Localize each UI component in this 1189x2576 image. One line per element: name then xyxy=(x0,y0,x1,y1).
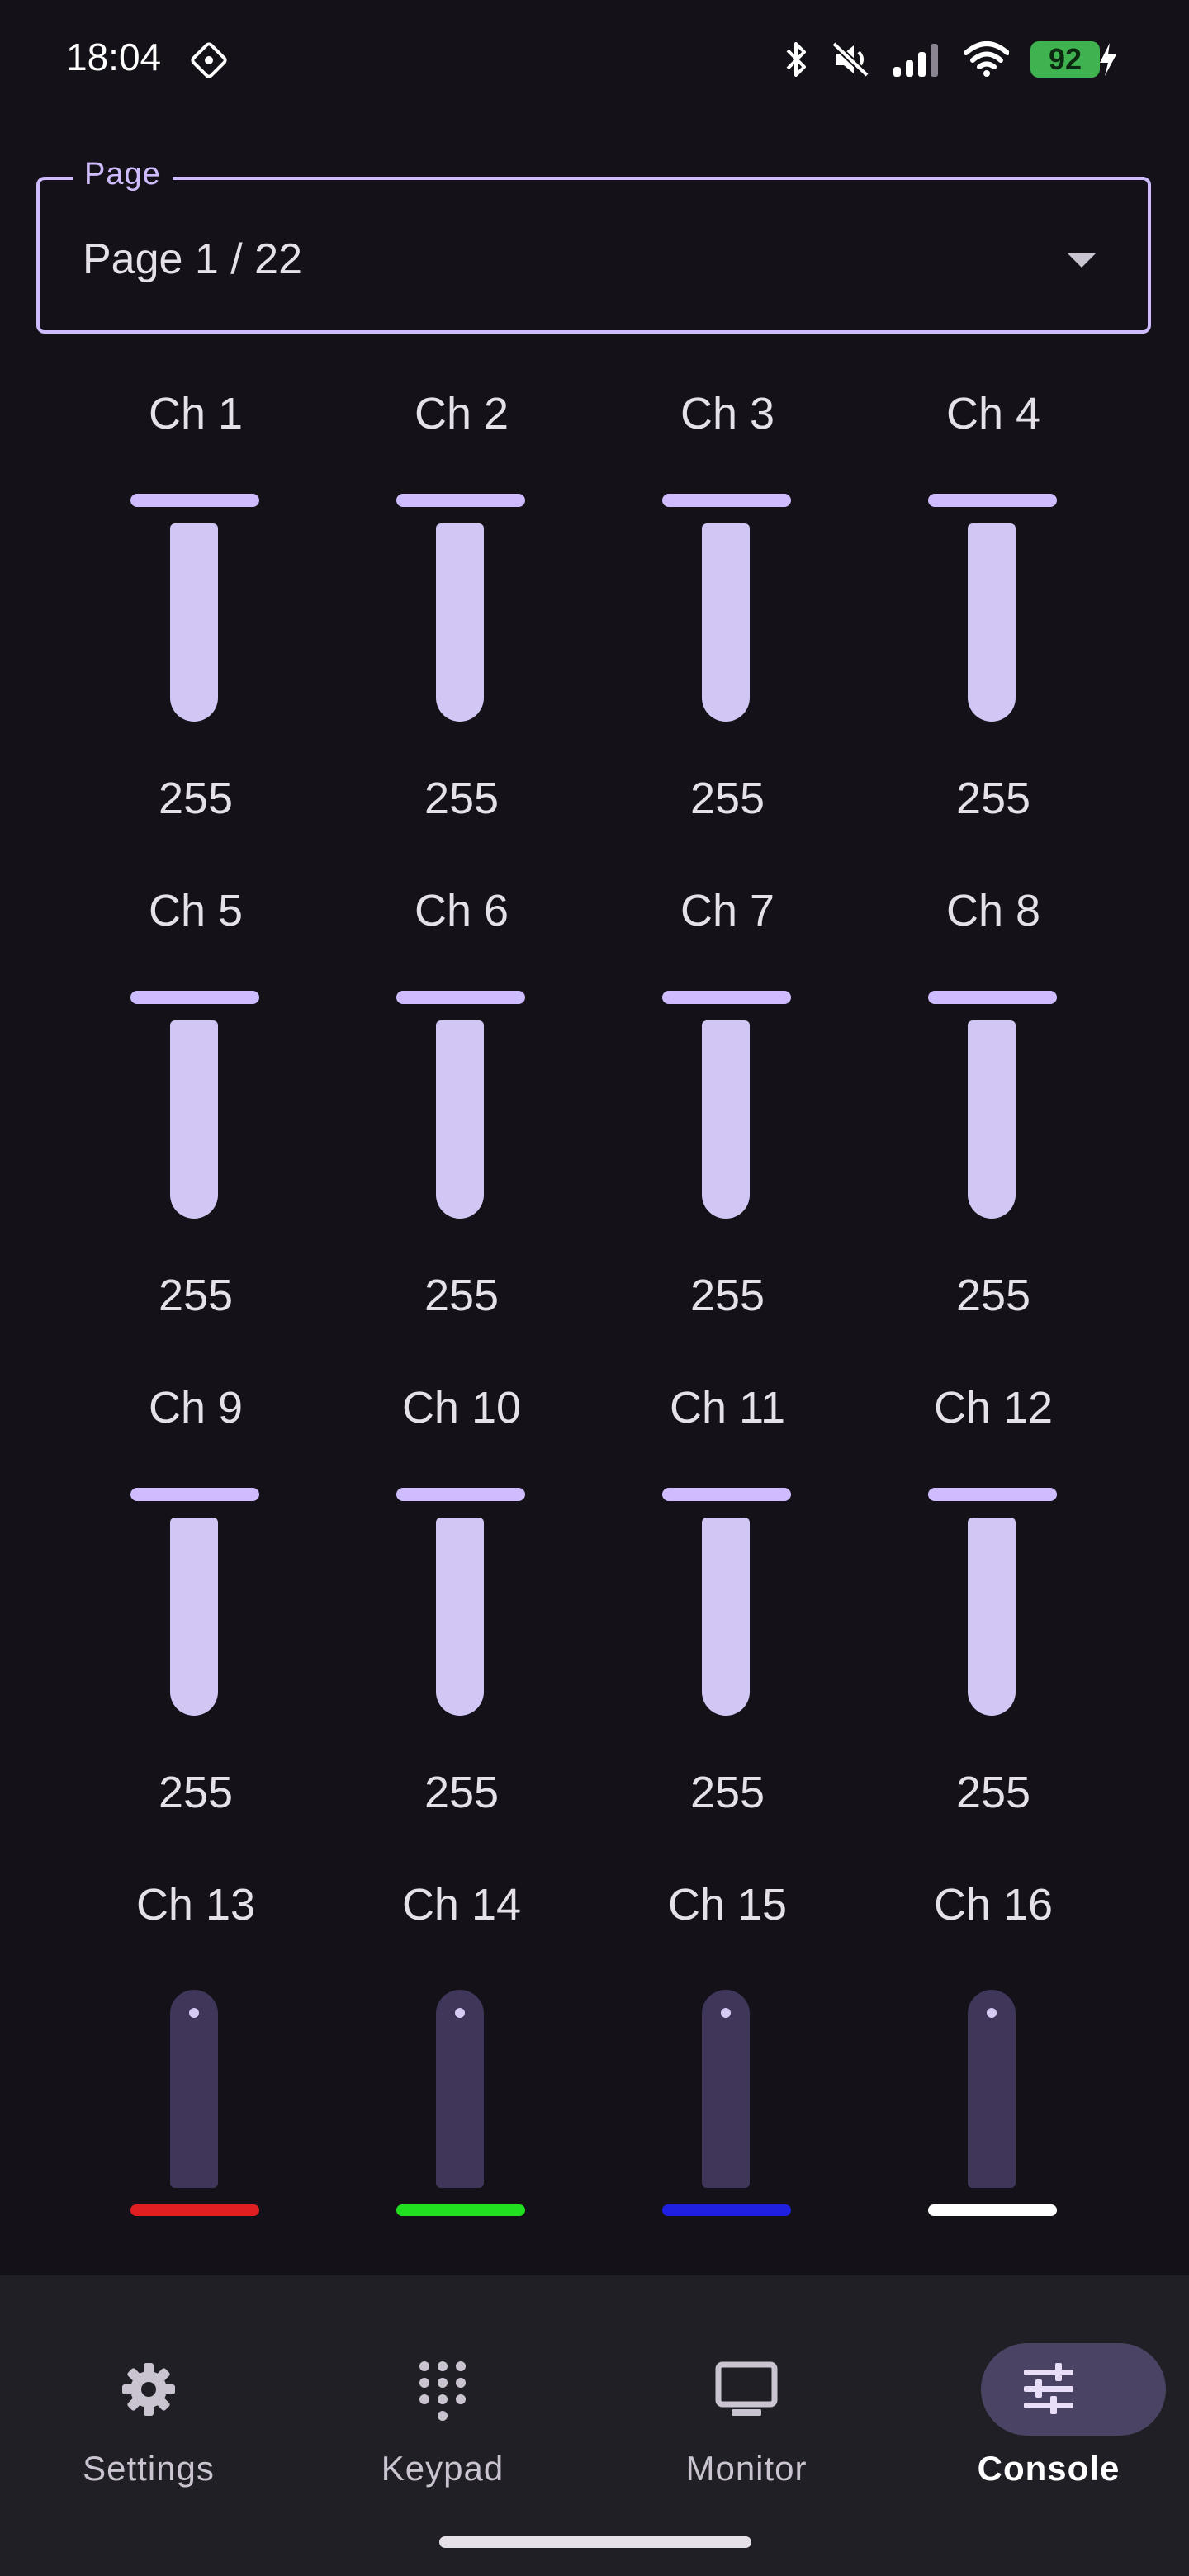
channel-label: Ch 14 xyxy=(401,1880,522,1930)
fader-slider[interactable] xyxy=(170,1020,218,1219)
gear-icon xyxy=(122,2363,175,2416)
fader-slider[interactable] xyxy=(436,523,484,722)
fader-handle-dot xyxy=(189,2008,199,2018)
fader-max-line xyxy=(662,1488,791,1501)
fader-slider[interactable] xyxy=(170,1518,218,1716)
channel-label: Ch 9 xyxy=(148,1383,244,1432)
channel-label: Ch 13 xyxy=(135,1880,256,1930)
dialpad-icon xyxy=(419,2361,466,2421)
channel-color-bar xyxy=(396,2204,525,2216)
home-indicator[interactable] xyxy=(439,2536,751,2548)
fader-slider[interactable] xyxy=(702,1518,750,1716)
fader-handle-dot xyxy=(721,2008,731,2018)
fader-max-line xyxy=(928,494,1057,507)
channel-label: Ch 7 xyxy=(680,886,775,935)
monitor-icon xyxy=(715,2361,778,2416)
fader-max-line xyxy=(130,494,259,507)
channel-value: 255 xyxy=(424,1271,500,1320)
fader-slider[interactable] xyxy=(702,523,750,722)
fader-slider[interactable] xyxy=(436,1990,484,2188)
fader-slider[interactable] xyxy=(702,1020,750,1219)
sliders-icon xyxy=(1024,2363,1073,2414)
fader-slider[interactable] xyxy=(170,1990,218,2188)
channel-color-bar xyxy=(130,2204,259,2216)
channel-value: 255 xyxy=(955,774,1031,823)
channel-value: 255 xyxy=(689,1271,765,1320)
channel-label: Ch 15 xyxy=(667,1880,788,1930)
fader-max-line xyxy=(662,991,791,1004)
nav-item-settings[interactable]: Settings xyxy=(0,2308,297,2490)
channel-value: 255 xyxy=(689,1768,765,1817)
channel-label: Ch 3 xyxy=(680,389,775,438)
fader-max-line xyxy=(396,1488,525,1501)
channel-color-bar xyxy=(928,2204,1057,2216)
channel-value: 255 xyxy=(689,774,765,823)
nav-label-monitor: Monitor xyxy=(685,2449,808,2488)
fader-max-line xyxy=(396,494,525,507)
nav-item-keypad[interactable]: Keypad xyxy=(294,2308,591,2490)
fader-slider[interactable] xyxy=(436,1518,484,1716)
nav-label-settings: Settings xyxy=(83,2449,215,2488)
fader-max-line xyxy=(928,991,1057,1004)
fader-handle-dot xyxy=(987,2008,997,2018)
channel-value: 255 xyxy=(158,1768,234,1817)
channel-value: 255 xyxy=(424,1768,500,1817)
channel-value: 255 xyxy=(158,774,234,823)
fader-slider[interactable] xyxy=(968,1518,1016,1716)
fader-max-line xyxy=(928,1488,1057,1501)
fader-max-line xyxy=(396,991,525,1004)
channel-label: Ch 12 xyxy=(933,1383,1054,1432)
fader-handle-dot xyxy=(455,2008,465,2018)
fader-max-line xyxy=(130,1488,259,1501)
channel-label: Ch 5 xyxy=(148,886,244,935)
fader-slider[interactable] xyxy=(702,1990,750,2188)
channel-label: Ch 4 xyxy=(945,389,1041,438)
fader-slider[interactable] xyxy=(968,1990,1016,2188)
channel-label: Ch 16 xyxy=(933,1880,1054,1930)
nav-label-console: Console xyxy=(977,2449,1120,2488)
channel-grid: Ch 1 255 Ch 2 255 Ch 3 255 Ch 4 255 Ch 5 255 Ch 6 2… xyxy=(0,0,1189,2279)
fader-slider[interactable] xyxy=(170,523,218,722)
channel-label: Ch 10 xyxy=(401,1383,522,1432)
fader-max-line xyxy=(662,494,791,507)
fader-slider[interactable] xyxy=(968,523,1016,722)
channel-label: Ch 1 xyxy=(148,389,244,438)
channel-value: 255 xyxy=(955,1768,1031,1817)
fader-slider[interactable] xyxy=(968,1020,1016,1219)
channel-value: 255 xyxy=(158,1271,234,1320)
bottom-navigation: Settings Keypad Monitor Console xyxy=(0,2275,1189,2576)
channel-label: Ch 2 xyxy=(414,389,509,438)
nav-item-monitor[interactable]: Monitor xyxy=(598,2308,895,2490)
channel-color-bar xyxy=(662,2204,791,2216)
fader-max-line xyxy=(130,991,259,1004)
channel-value: 255 xyxy=(955,1271,1031,1320)
nav-item-console[interactable]: Console xyxy=(900,2308,1189,2490)
fader-slider[interactable] xyxy=(436,1020,484,1219)
channel-label: Ch 8 xyxy=(945,886,1041,935)
channel-label: Ch 6 xyxy=(414,886,509,935)
channel-value: 255 xyxy=(424,774,500,823)
channel-label: Ch 11 xyxy=(669,1383,786,1432)
nav-label-keypad: Keypad xyxy=(381,2449,504,2488)
